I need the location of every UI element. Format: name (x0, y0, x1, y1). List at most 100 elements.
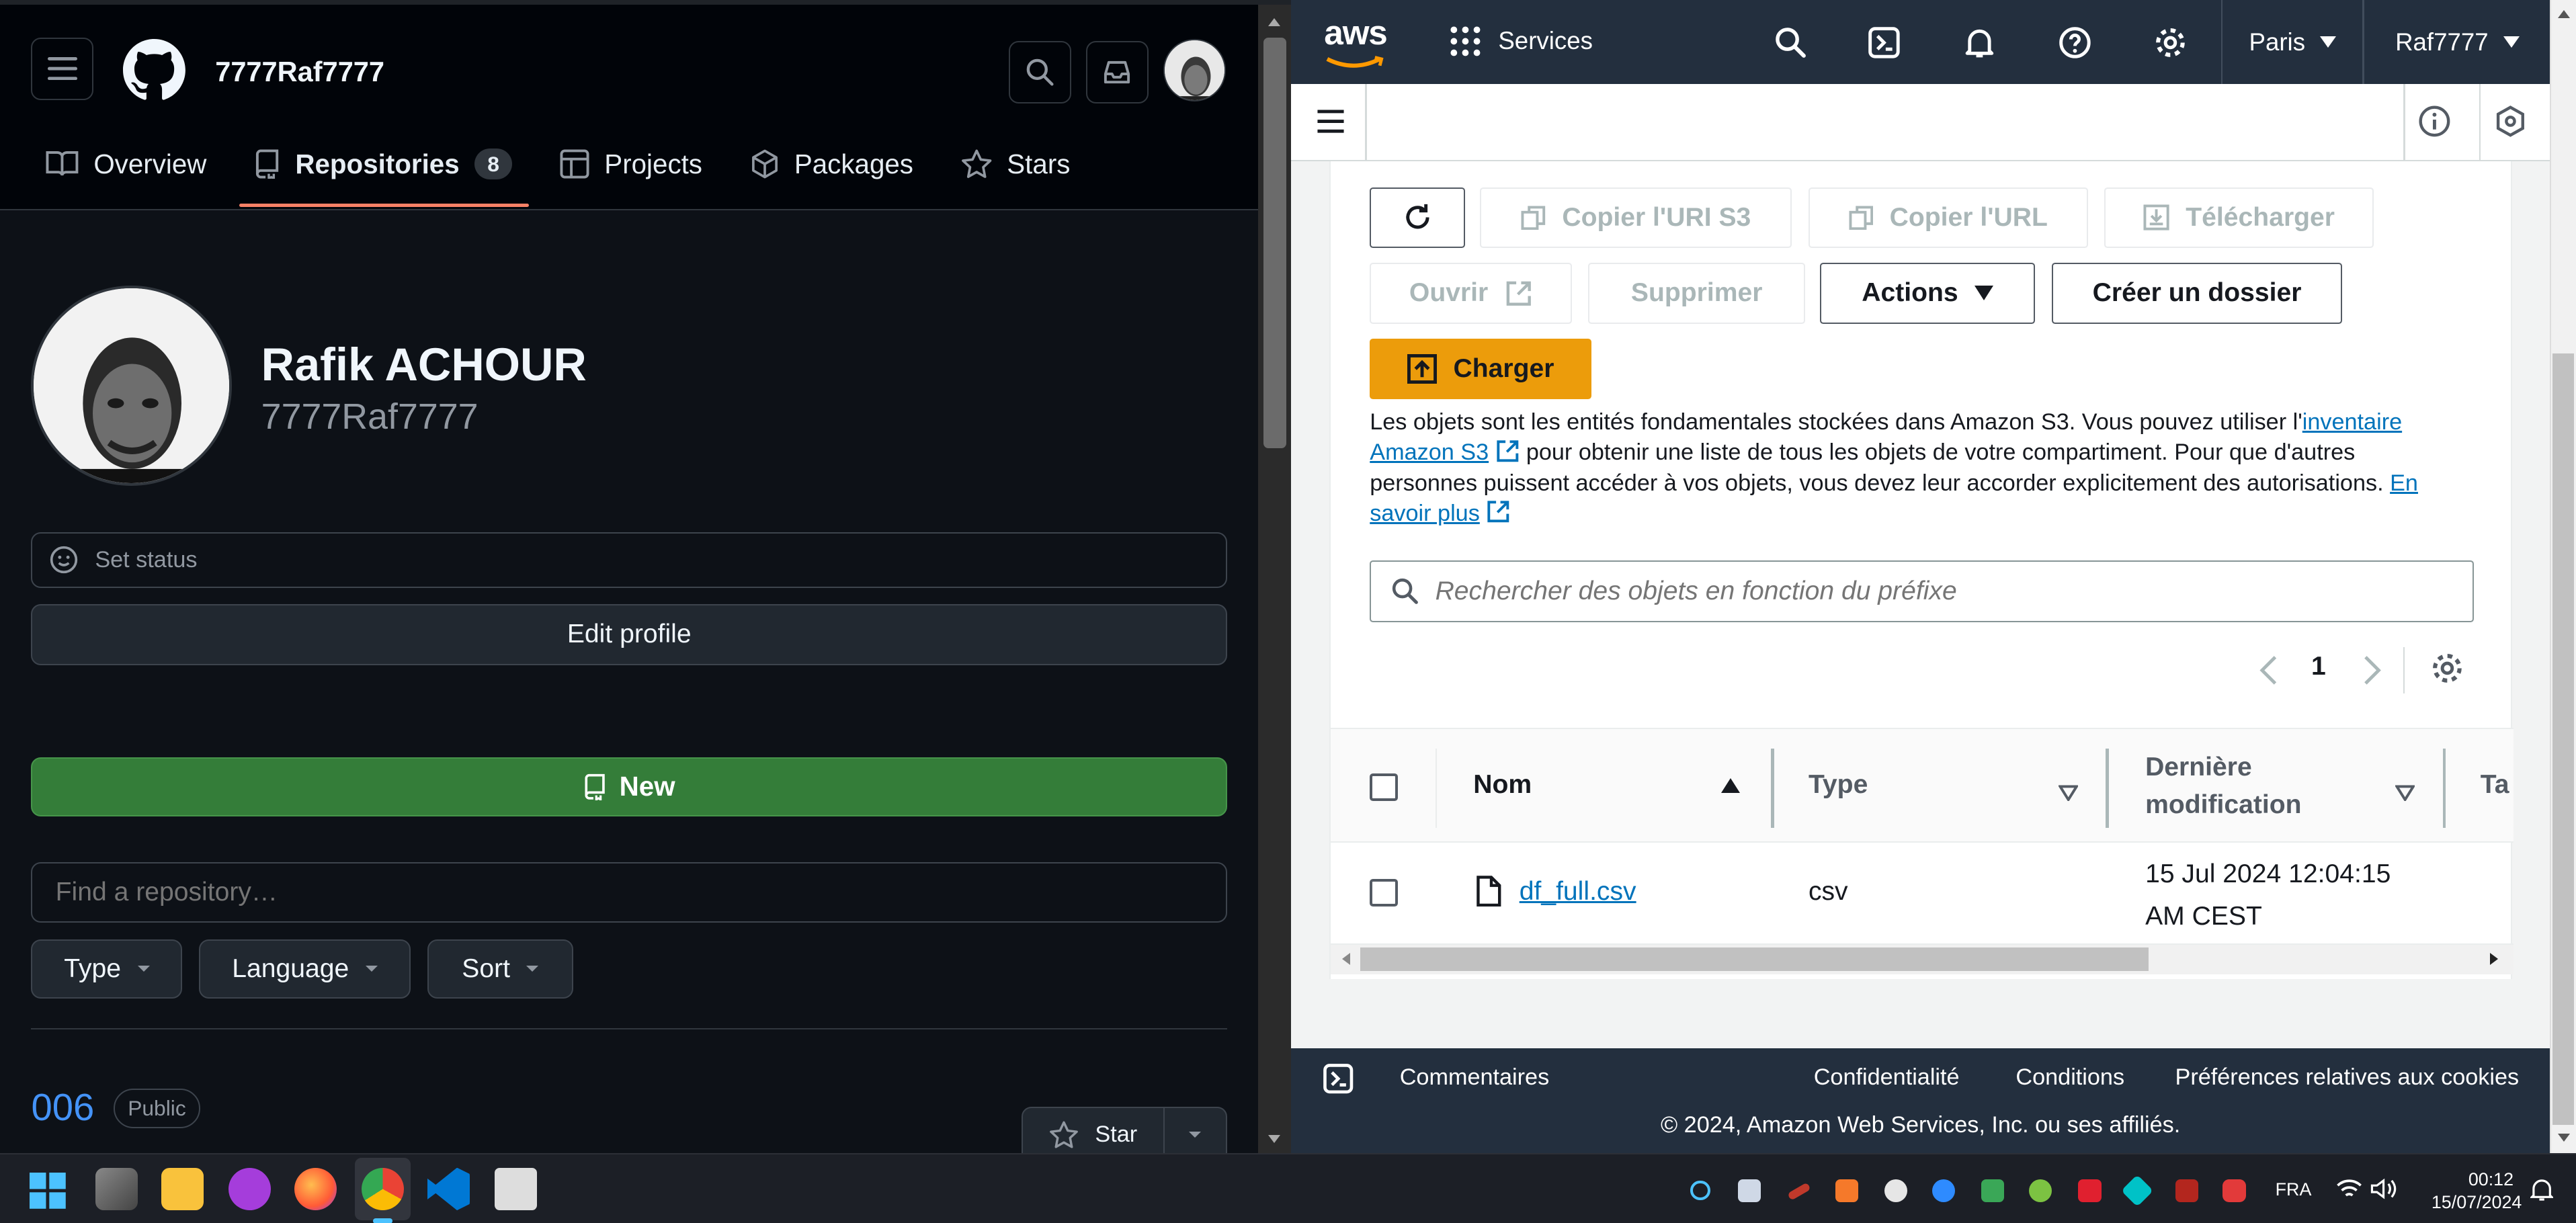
column-header-type[interactable]: Type (1809, 770, 1868, 800)
previous-page-icon[interactable] (2259, 654, 2278, 693)
sort-icon[interactable] (2394, 778, 2416, 808)
copy-s3-uri-button[interactable]: Copier l'URI S3 (1480, 187, 1792, 249)
create-folder-button[interactable]: Créer un dossier (2051, 263, 2343, 324)
scroll-down-arrow[interactable] (2557, 1133, 2570, 1142)
tab-repositories[interactable]: Repositories 8 (239, 128, 529, 207)
tray-icon[interactable] (2078, 1179, 2102, 1202)
column-resizer[interactable] (1770, 749, 1774, 828)
set-status-button[interactable]: Set status (31, 532, 1228, 588)
tab-packages[interactable]: Packages (750, 128, 913, 200)
task-view-icon[interactable] (95, 1167, 138, 1211)
bell-icon[interactable] (1963, 26, 1996, 66)
column-resizer[interactable] (2442, 749, 2446, 828)
hamburger-menu-button[interactable] (31, 37, 94, 100)
aws-logo-icon[interactable]: aws (1324, 15, 1388, 77)
input-language-indicator[interactable]: FRA (2276, 1179, 2312, 1200)
aws-scrollbar[interactable] (2549, 0, 2576, 1154)
help-icon[interactable] (2059, 26, 2091, 66)
cloudshell-icon[interactable] (1323, 1063, 1354, 1100)
upload-button[interactable]: Charger (1370, 338, 1592, 399)
column-header-name[interactable]: Nom (1473, 770, 1532, 800)
tray-icon[interactable] (2121, 1174, 2154, 1207)
tab-projects[interactable]: Projects (560, 128, 702, 200)
info-panel-icon[interactable] (2418, 105, 2451, 144)
type-filter-dropdown[interactable]: Type (31, 939, 183, 999)
avatar[interactable] (1163, 39, 1226, 102)
repo-name-link[interactable]: 006 (31, 1085, 94, 1129)
vscode-icon[interactable] (427, 1167, 470, 1211)
language-filter-dropdown[interactable]: Language (198, 939, 411, 999)
scroll-down-arrow[interactable] (1268, 1134, 1281, 1143)
cloudshell-icon[interactable] (1868, 26, 1901, 66)
prefix-search-input[interactable] (1435, 576, 2421, 606)
new-repo-button[interactable]: New (31, 757, 1228, 816)
column-header-modified[interactable]: Dernière modification (2145, 749, 2375, 824)
chrome-icon[interactable] (361, 1167, 405, 1211)
tray-icon[interactable] (2028, 1179, 2052, 1202)
tray-icon[interactable] (1738, 1179, 1761, 1202)
row-checkbox[interactable] (1370, 878, 1398, 907)
tray-icon[interactable] (2175, 1179, 2198, 1202)
search-button[interactable] (1008, 40, 1071, 103)
prefix-search-field[interactable] (1370, 560, 2474, 623)
delete-button[interactable]: Supprimer (1588, 263, 1806, 324)
scrollbar-thumb[interactable] (1360, 947, 2149, 971)
tray-icon[interactable] (1835, 1179, 1858, 1202)
privacy-link[interactable]: Confidentialité (1814, 1064, 1960, 1091)
scroll-right-arrow[interactable] (2490, 952, 2499, 965)
settings-gear-icon[interactable] (2154, 26, 2187, 66)
inbox-button[interactable] (1085, 40, 1149, 103)
hexagon-settings-icon[interactable] (2494, 105, 2527, 144)
scroll-left-arrow[interactable] (1341, 952, 1350, 965)
refresh-button[interactable] (1370, 187, 1466, 249)
tray-icon[interactable] (1931, 1179, 1955, 1202)
terms-link[interactable]: Conditions (2016, 1064, 2124, 1091)
header-username[interactable]: 7777Raf7777 (215, 56, 384, 88)
firefox-icon[interactable] (294, 1167, 337, 1211)
services-menu[interactable]: Services (1449, 25, 1593, 58)
tab-overview[interactable]: Overview (46, 128, 206, 200)
scroll-up-arrow[interactable] (2557, 9, 2570, 18)
scroll-up-arrow[interactable] (1268, 17, 1281, 26)
notification-bell-icon[interactable] (2529, 1177, 2554, 1209)
sort-dropdown[interactable]: Sort (427, 939, 574, 999)
tray-icon[interactable] (2222, 1179, 2246, 1202)
current-page-number[interactable]: 1 (2311, 652, 2326, 681)
search-icon[interactable] (1774, 26, 1807, 66)
tray-icon[interactable] (1884, 1179, 1908, 1202)
side-nav-menu-icon[interactable] (1316, 108, 1345, 141)
select-all-checkbox[interactable] (1370, 773, 1398, 802)
app-icon[interactable] (494, 1167, 538, 1211)
github-logo-icon[interactable] (123, 39, 186, 101)
table-horizontal-scrollbar[interactable] (1330, 944, 2513, 974)
windows-start-icon[interactable] (30, 1172, 66, 1216)
clock[interactable]: 00:12 15/07/2024 (2432, 1168, 2522, 1214)
tray-icon[interactable] (1690, 1181, 1710, 1201)
file-explorer-icon[interactable] (161, 1167, 204, 1211)
volume-icon[interactable] (2370, 1177, 2397, 1207)
region-selector[interactable]: Paris (2249, 28, 2337, 56)
open-button[interactable]: Ouvrir (1370, 263, 1572, 324)
profile-avatar[interactable] (31, 286, 232, 487)
app-icon[interactable] (228, 1167, 272, 1211)
feedback-link[interactable]: Commentaires (1400, 1064, 1550, 1091)
column-resizer[interactable] (2106, 749, 2110, 828)
edit-profile-button[interactable]: Edit profile (31, 604, 1228, 665)
account-menu[interactable]: Raf7777 (2395, 28, 2520, 56)
tab-stars[interactable]: Stars (961, 128, 1070, 200)
find-repository-input[interactable] (31, 862, 1228, 923)
github-scrollbar[interactable] (1258, 5, 1292, 1154)
star-list-dropdown[interactable] (1165, 1108, 1226, 1153)
scrollbar-thumb[interactable] (1263, 37, 1287, 448)
download-button[interactable]: Télécharger (2104, 187, 2374, 249)
sort-icon[interactable] (2057, 778, 2079, 808)
wifi-icon[interactable] (2336, 1177, 2362, 1207)
sort-ascending-icon[interactable] (1721, 778, 1741, 794)
object-name-link[interactable]: df_full.csv (1520, 877, 1636, 906)
column-header-size[interactable]: Ta (2481, 770, 2509, 800)
scrollbar-thumb[interactable] (2552, 353, 2575, 1126)
table-preferences-gear-icon[interactable] (2431, 652, 2464, 691)
cookie-preferences-link[interactable]: Préférences relatives aux cookies (2175, 1064, 2520, 1091)
actions-dropdown[interactable]: Actions (1820, 263, 2036, 324)
next-page-icon[interactable] (2362, 654, 2382, 693)
